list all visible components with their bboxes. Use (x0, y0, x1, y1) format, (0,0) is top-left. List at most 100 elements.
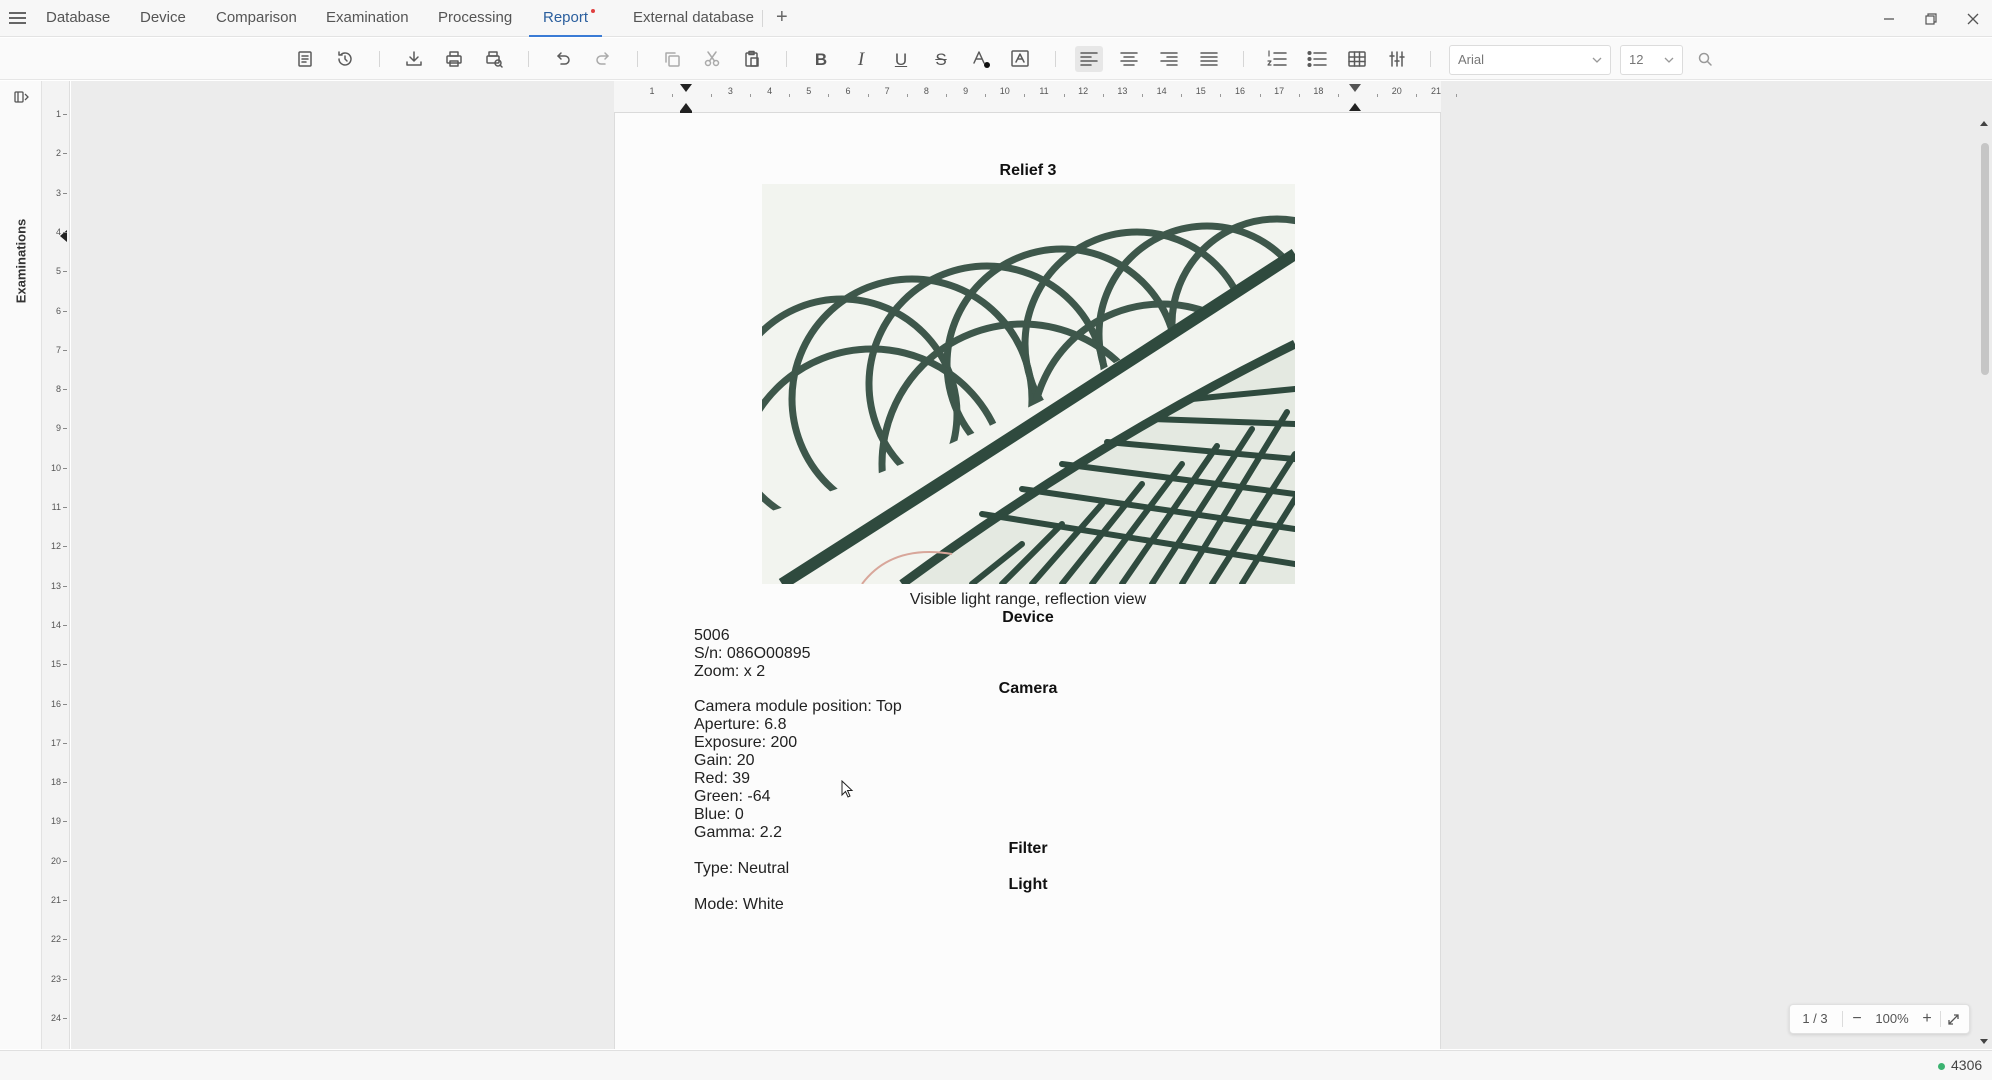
zoom-out-button[interactable]: − (1846, 1005, 1868, 1033)
ruler-label: 9 (55, 423, 61, 434)
table-icon[interactable] (1343, 46, 1371, 72)
toolbar-divider (1243, 51, 1244, 67)
ruler-label: 1 (55, 109, 61, 119)
scroll-down-icon[interactable] (1980, 1039, 1988, 1044)
undo-icon[interactable] (549, 46, 577, 72)
numbered-list-icon[interactable] (1263, 46, 1291, 72)
examinations-tab[interactable]: Examinations (8, 216, 34, 306)
ruler-label: 14 (50, 619, 61, 630)
image-caption: Visible light range, reflection view (909, 591, 1147, 608)
vertical-scrollbar[interactable] (1978, 113, 1992, 1049)
italic-icon[interactable]: I (847, 46, 875, 72)
page-icon[interactable] (291, 46, 319, 72)
ruler-tick (63, 546, 67, 548)
ruler-label: 19 (50, 816, 61, 827)
ruler-label: 21 (50, 895, 61, 905)
tab-processing[interactable]: Processing (438, 0, 512, 37)
relief-image (762, 184, 1295, 584)
ruler-label: 12 (50, 541, 61, 552)
ruler-label: 5 (55, 266, 61, 277)
redo-icon[interactable] (589, 46, 617, 72)
tab-external-database[interactable]: External database (633, 0, 754, 37)
download-icon[interactable] (400, 46, 428, 72)
right-tab-marker[interactable] (1349, 84, 1361, 92)
settings-sliders-icon[interactable] (1383, 46, 1411, 72)
ruler-tick (906, 94, 908, 97)
align-left-icon[interactable] (1075, 46, 1103, 72)
underline-icon[interactable]: U (887, 46, 915, 72)
ruler-tick (1102, 94, 1104, 97)
tab-report[interactable]: Report (528, 0, 603, 37)
tab-comparison[interactable]: Comparison (216, 0, 297, 37)
print-preview-icon[interactable] (480, 46, 508, 72)
strikethrough-icon[interactable]: S (927, 46, 955, 72)
toolbar-divider (1430, 51, 1431, 67)
chevron-down-icon (1592, 57, 1602, 63)
ruler-tick (63, 860, 67, 862)
toolbar-divider (528, 51, 529, 67)
bold-icon[interactable]: B (807, 46, 835, 72)
search-icon[interactable] (1691, 46, 1719, 72)
ruler-label: 1 (649, 86, 655, 96)
chevron-down-icon (1664, 57, 1674, 63)
right-indent-marker[interactable] (1349, 103, 1361, 111)
document-canvas: 1 3 4 5 6 7 8 9 10 11 12 13 14 15 16 17 18 20 21 Relief 3 (71, 81, 1992, 1049)
font-size-select[interactable]: 12 (1620, 45, 1683, 75)
align-center-icon[interactable] (1115, 46, 1143, 72)
cut-icon[interactable] (698, 46, 726, 72)
zoom-in-button[interactable]: + (1916, 1005, 1938, 1033)
zoom-level[interactable]: 100% (1870, 1005, 1914, 1033)
ruler-tick (63, 310, 67, 312)
tab-device[interactable]: Device (140, 0, 186, 37)
ruler-tick (985, 94, 987, 97)
hamburger-menu-icon[interactable] (8, 9, 28, 27)
ruler-tick (789, 94, 791, 97)
ruler-tick (63, 742, 67, 744)
ruler-label: 17 (50, 737, 61, 748)
left-panel: Examinations (0, 81, 42, 1049)
tab-database[interactable]: Database (46, 0, 110, 37)
align-right-icon[interactable] (1155, 46, 1183, 72)
ruler-tick (63, 467, 67, 469)
camera-gamma: Gamma: 2.2 (694, 824, 783, 841)
connection-status-dot (1938, 1063, 1945, 1070)
minimize-icon[interactable] (1872, 6, 1906, 32)
copy-icon[interactable] (658, 46, 686, 72)
ruler-label: 5 (806, 86, 812, 96)
examinations-tab-label: Examinations (13, 218, 29, 304)
fit-to-screen-icon[interactable] (1947, 1013, 1960, 1026)
ruler-tick (63, 624, 67, 626)
restore-icon[interactable] (1914, 6, 1948, 32)
font-color-icon[interactable] (967, 46, 995, 72)
bullet-list-icon[interactable] (1303, 46, 1331, 72)
ruler-tick (710, 94, 712, 97)
font-family-select[interactable]: Arial (1449, 45, 1611, 75)
ruler-label: 8 (55, 384, 61, 395)
left-indent-marker[interactable] (680, 103, 692, 111)
ruler-tick (63, 349, 67, 351)
ruler-tick (63, 1017, 67, 1019)
toolbar-divider (379, 51, 380, 67)
vertical-ruler: 1 2 3 4 5 6 7 8 9 10 11 12 13 14 15 16 17 18 19 20 21 22 23 24 (42, 81, 70, 1049)
add-tab-icon[interactable]: + (776, 6, 788, 29)
ruler-tick (1416, 94, 1418, 97)
report-page[interactable]: Relief 3 Visible light range, reflection… (614, 113, 1441, 1049)
device-serial: S/n: 086O00895 (694, 645, 811, 662)
toolbar: B I U S Arial 12 (0, 38, 1992, 80)
ruler-label: 22 (50, 934, 61, 945)
history-icon[interactable] (331, 46, 359, 72)
paste-icon[interactable] (738, 46, 766, 72)
panel-expand-icon[interactable] (14, 90, 30, 104)
print-icon[interactable] (440, 46, 468, 72)
scroll-up-icon[interactable] (1980, 121, 1988, 126)
justify-icon[interactable] (1195, 46, 1223, 72)
scrollbar-thumb[interactable] (1981, 143, 1989, 375)
first-line-indent-marker[interactable] (680, 84, 692, 92)
ruler-tick (63, 114, 67, 115)
close-icon[interactable] (1956, 6, 1990, 32)
ruler-label: 14 (1156, 86, 1167, 96)
ruler-tick (63, 271, 67, 273)
tab-examination[interactable]: Examination (326, 0, 409, 37)
text-box-icon[interactable] (1007, 46, 1035, 72)
ruler-tick (63, 507, 67, 508)
